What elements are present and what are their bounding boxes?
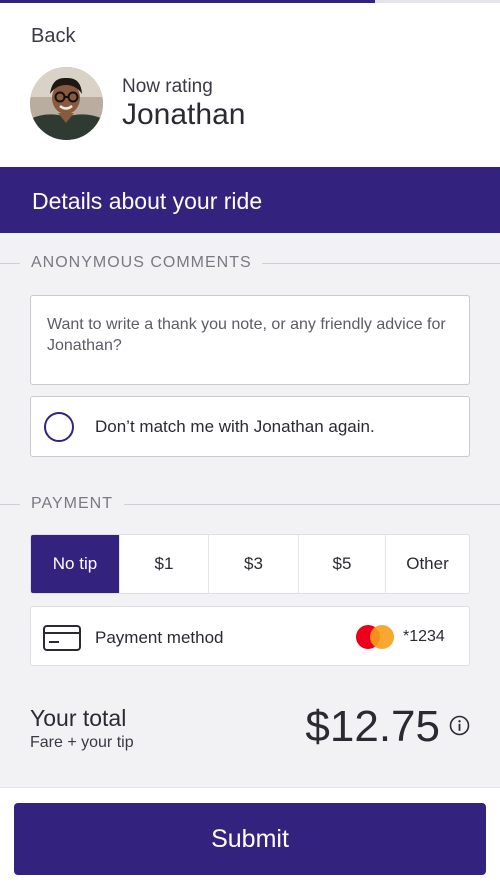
credit-card-icon bbox=[43, 625, 81, 651]
no-rematch-label: Don’t match me with Jonathan again. bbox=[95, 417, 375, 436]
tip-option-other[interactable]: Other bbox=[385, 535, 469, 593]
card-last4: *1234 bbox=[403, 628, 445, 645]
total-label: Your total bbox=[30, 705, 127, 731]
divider bbox=[0, 504, 20, 505]
payment-section-header: PAYMENT bbox=[0, 493, 500, 517]
info-icon[interactable] bbox=[449, 715, 470, 736]
total-amount: $12.75 bbox=[305, 702, 440, 751]
mastercard-icon bbox=[356, 625, 394, 649]
divider bbox=[124, 504, 500, 505]
comments-section-header: ANONYMOUS COMMENTS bbox=[0, 252, 500, 276]
payment-section-label: PAYMENT bbox=[31, 495, 113, 512]
payment-method-row[interactable]: Payment method *1234 bbox=[30, 606, 470, 666]
comment-input[interactable]: Want to write a thank you note, or any f… bbox=[30, 295, 470, 385]
radio-button[interactable] bbox=[44, 412, 74, 442]
tip-option-5[interactable]: $5 bbox=[298, 535, 385, 593]
divider bbox=[0, 263, 20, 264]
submit-button[interactable]: Submit bbox=[14, 803, 486, 875]
footer: Submit bbox=[0, 787, 500, 889]
tip-option-no-tip[interactable]: No tip bbox=[31, 535, 119, 593]
driver-name: Jonathan bbox=[122, 98, 246, 131]
comments-section-label: ANONYMOUS COMMENTS bbox=[31, 254, 252, 271]
back-button[interactable]: Back bbox=[31, 25, 75, 48]
now-rating-label: Now rating bbox=[122, 76, 213, 97]
payment-method-label: Payment method bbox=[95, 628, 224, 647]
tip-selector: No tip $1 $3 $5 Other bbox=[30, 534, 470, 594]
rating-header: Back Now rating Jonathan bbox=[0, 3, 500, 167]
driver-photo-icon bbox=[30, 67, 103, 140]
tip-option-3[interactable]: $3 bbox=[208, 535, 298, 593]
tip-option-1[interactable]: $1 bbox=[119, 535, 208, 593]
details-banner: Details about your ride bbox=[0, 167, 500, 233]
no-rematch-option[interactable]: Don’t match me with Jonathan again. bbox=[30, 396, 470, 457]
divider bbox=[262, 263, 500, 264]
total-sub-label: Fare + your tip bbox=[30, 734, 134, 751]
avatar bbox=[30, 67, 103, 140]
